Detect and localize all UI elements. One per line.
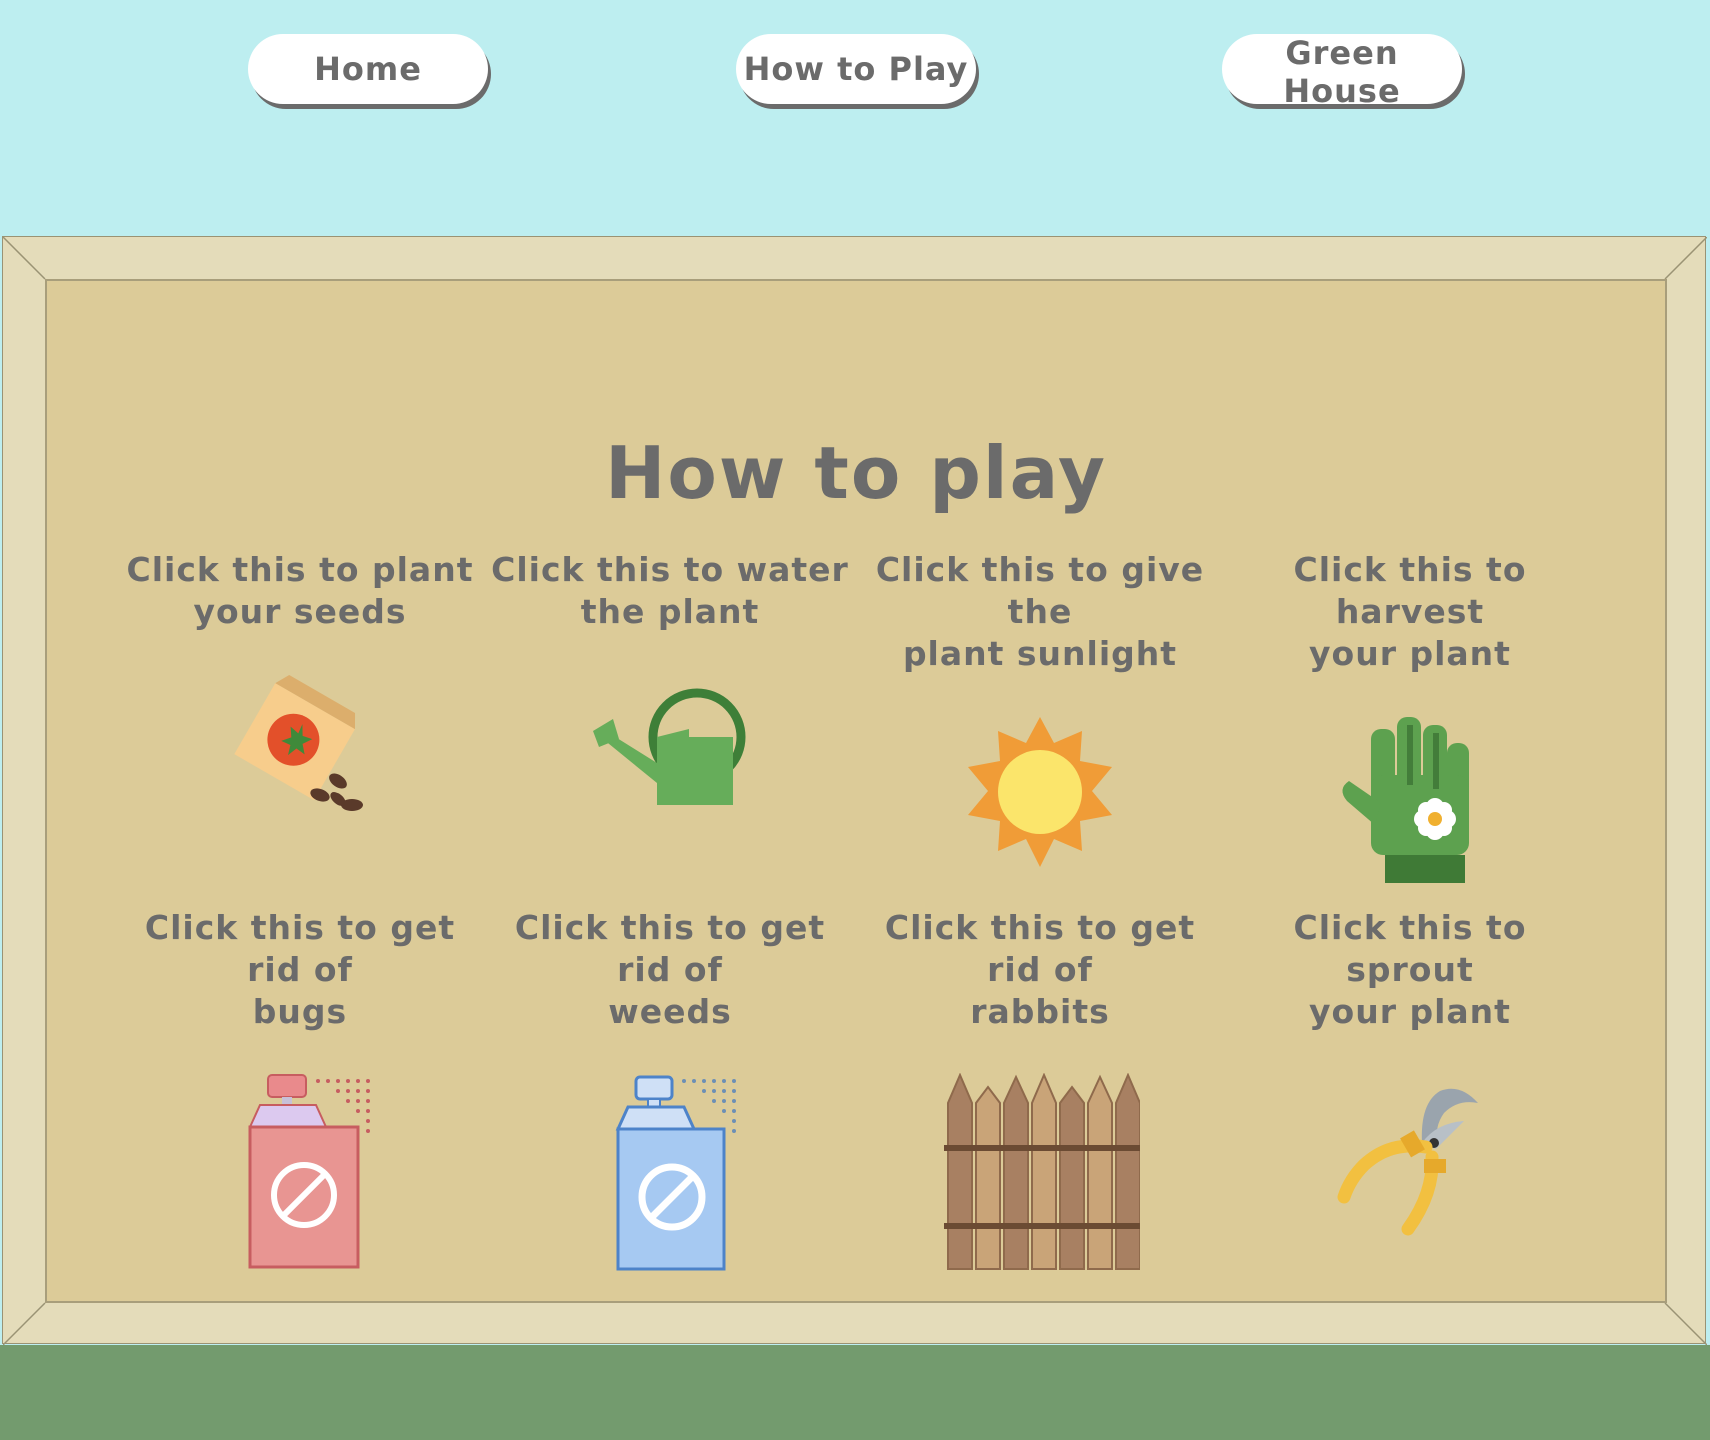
instructions-board: How to play Click this to plant your see…	[45, 279, 1667, 1303]
home-button[interactable]: Home	[248, 34, 488, 104]
instruction-sprout: Click this to sprout your plant	[1225, 907, 1595, 1243]
instruction-sunlight: Click this to give the plant sunlight	[855, 549, 1225, 875]
pruning-shears-icon[interactable]	[1330, 1073, 1490, 1243]
instruction-harvest: Click this to harvest your plant	[1225, 549, 1595, 885]
instruction-label: Click this to give the plant sunlight	[875, 550, 1205, 673]
watering-can-icon[interactable]	[585, 673, 755, 823]
instruction-label: Click this to sprout your plant	[1293, 908, 1527, 1031]
how-to-play-button[interactable]: How to Play	[736, 34, 976, 104]
instruction-label: Click this to get rid of bugs	[144, 908, 456, 1031]
sun-icon[interactable]	[960, 715, 1120, 875]
instruction-label: Click this to harvest your plant	[1293, 550, 1527, 673]
instruction-water-plant: Click this to water the plant	[485, 549, 855, 823]
bug-spray-icon[interactable]	[220, 1073, 380, 1273]
page-title: How to play	[605, 431, 1107, 515]
instruction-label: Click this to get rid of weeds	[514, 908, 826, 1031]
board-frame: How to play Click this to plant your see…	[2, 236, 1707, 1345]
instruction-weeds: Click this to get rid of weeds	[485, 907, 855, 1273]
instruction-rabbits: Click this to get rid of rabbits	[855, 907, 1225, 1273]
green-house-button[interactable]: Green House	[1222, 34, 1462, 110]
instruction-bugs: Click this to get rid of bugs	[115, 907, 485, 1273]
instruction-label: Click this to plant your seeds	[126, 550, 474, 631]
instruction-label: Click this to get rid of rabbits	[884, 908, 1196, 1031]
grass-footer	[0, 1345, 1710, 1440]
instruction-plant-seeds: Click this to plant your seeds	[115, 549, 485, 823]
gardening-glove-icon[interactable]	[1335, 715, 1485, 885]
weed-spray-icon[interactable]	[590, 1073, 750, 1273]
instruction-label: Click this to water the plant	[491, 550, 849, 631]
fence-icon[interactable]	[940, 1073, 1140, 1273]
seed-packet-icon[interactable]	[220, 673, 380, 823]
